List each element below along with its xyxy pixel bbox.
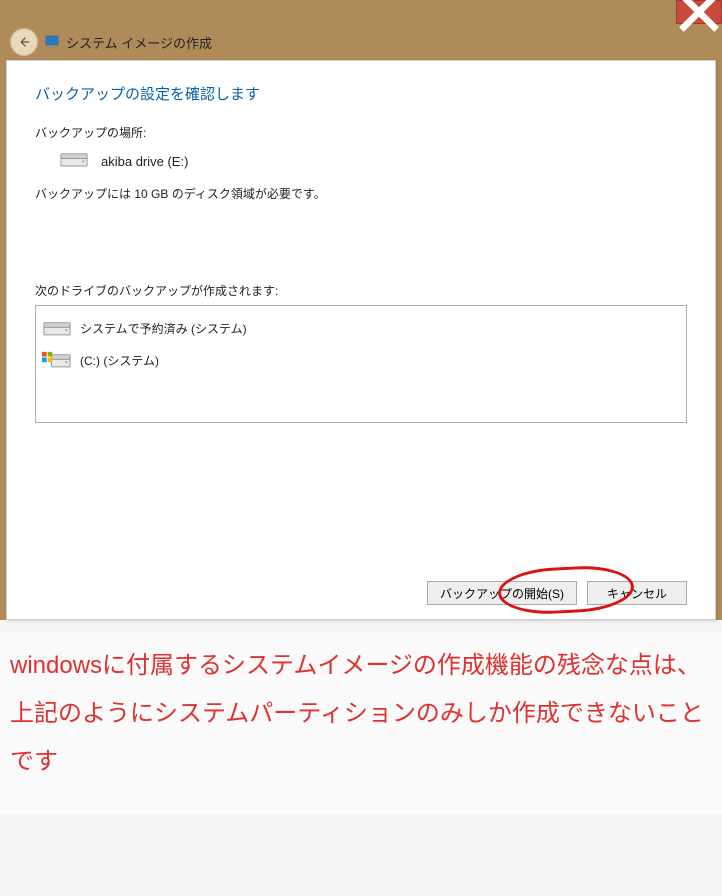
window-frame: システム イメージの作成 バックアップの設定を確認します バックアップの場所: … [0, 0, 722, 620]
drive-icon [42, 317, 72, 339]
close-icon [677, 0, 721, 34]
drives-list: システムで予約済み (システム) (C:) (システム) [35, 305, 687, 423]
drives-label: 次のドライブのバックアップが作成されます: [35, 282, 687, 299]
titlebar [0, 0, 722, 26]
header-bar: システム イメージの作成 [0, 26, 722, 58]
drive-icon [59, 151, 89, 171]
backup-location-value: akiba drive (E:) [101, 154, 188, 169]
windows-drive-icon [42, 349, 72, 371]
back-arrow-icon [17, 35, 31, 49]
dialog-heading: バックアップの設定を確認します [35, 83, 687, 104]
backup-location-row: akiba drive (E:) [59, 151, 687, 171]
list-item: (C:) (システム) [40, 344, 682, 376]
cancel-button[interactable]: キャンセル [587, 581, 687, 605]
back-button[interactable] [10, 28, 38, 56]
drive-label: (C:) (システム) [80, 352, 159, 369]
dialog: バックアップの設定を確認します バックアップの場所: akiba drive (… [6, 60, 716, 620]
list-item: システムで予約済み (システム) [40, 312, 682, 344]
start-backup-button[interactable]: バックアップの開始(S) [427, 581, 577, 605]
drive-label: システムで予約済み (システム) [80, 320, 247, 337]
location-label: バックアップの場所: [35, 124, 687, 141]
close-button[interactable] [676, 0, 722, 24]
button-row: バックアップの開始(S) キャンセル [35, 581, 687, 605]
app-icon [44, 34, 60, 50]
commentary-text: windowsに付属するシステムイメージの作成機能の残念な点は、上記のようにシス… [0, 632, 722, 814]
window-title: システム イメージの作成 [66, 33, 212, 52]
disk-requirement: バックアップには 10 GB のディスク領域が必要です。 [35, 185, 687, 202]
